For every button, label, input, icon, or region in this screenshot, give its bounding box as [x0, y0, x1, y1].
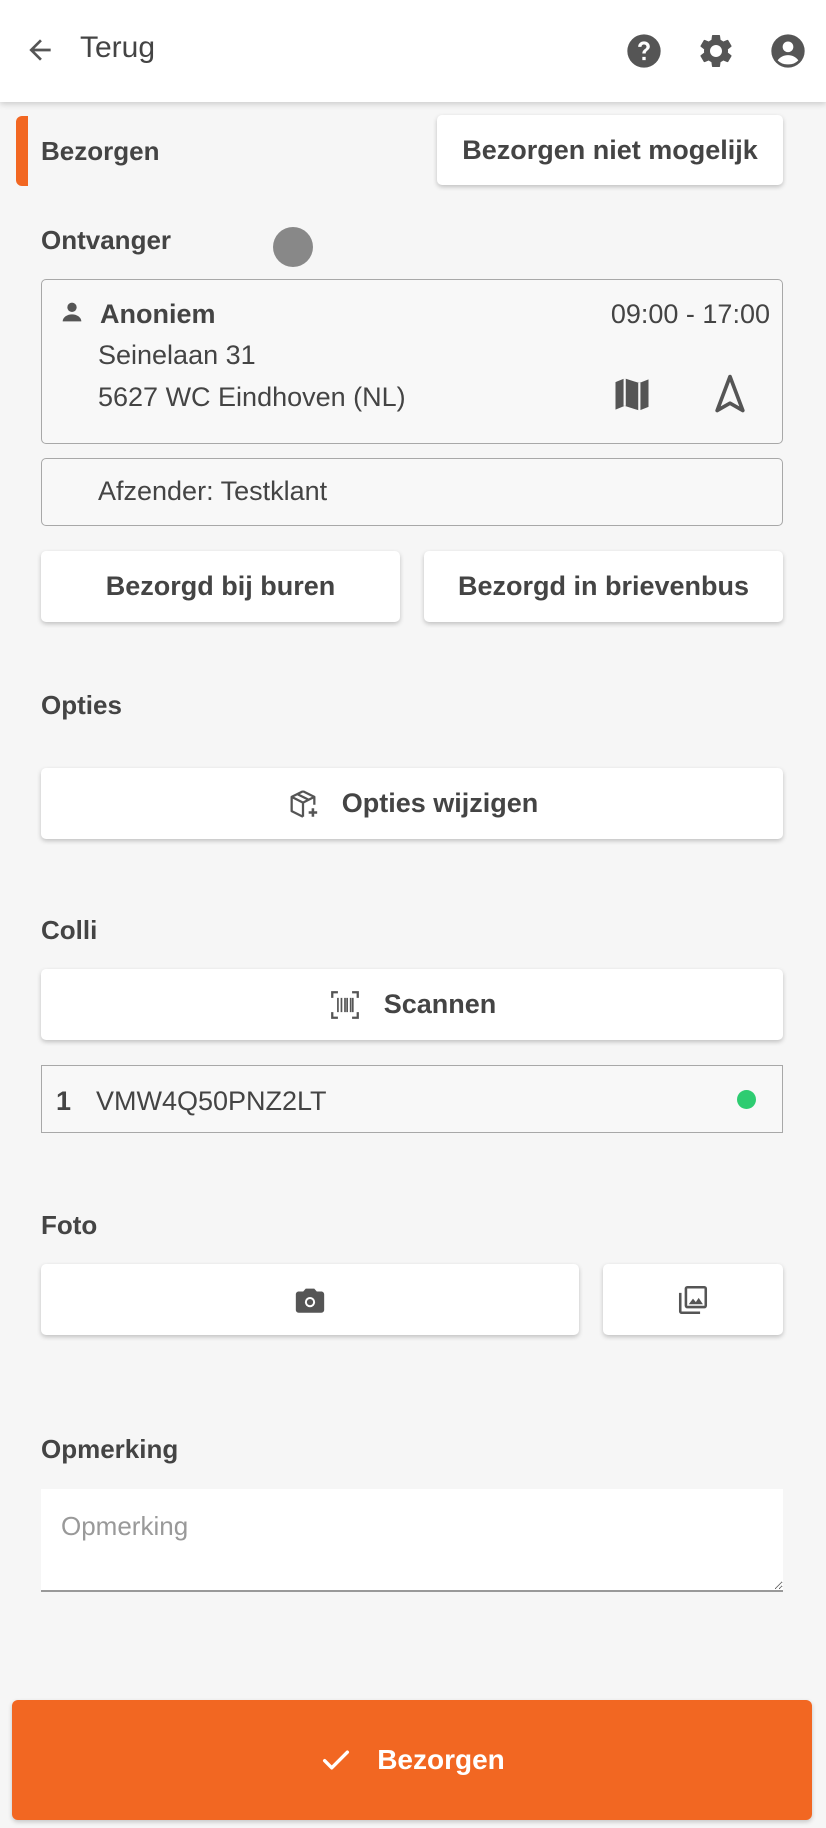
- recipient-card: Anoniem 09:00 - 17:00 Seinelaan 31 5627 …: [41, 279, 783, 444]
- recipient-street: Seinelaan 31: [98, 340, 256, 370]
- recipient-city: 5627 WC Eindhoven (NL): [98, 382, 406, 412]
- colli-index: 1: [56, 1086, 72, 1116]
- section-accent-bar: [16, 116, 28, 186]
- checkmark-icon: [323, 1750, 350, 1770]
- account-button[interactable]: [768, 31, 808, 71]
- take-photo-button[interactable]: [41, 1264, 579, 1335]
- photo-library-icon: [678, 1285, 708, 1314]
- map-icon[interactable]: [610, 372, 654, 416]
- deliver-submit-button[interactable]: Bezorgen: [12, 1700, 812, 1820]
- time-window: 09:00 - 17:00: [610, 299, 770, 329]
- change-options-label: Opties wijzigen: [341, 788, 539, 818]
- delivered-mailbox-button[interactable]: Bezorgd in brievenbus: [424, 551, 783, 622]
- options-label: Opties: [41, 690, 122, 720]
- package-add-icon: [290, 789, 317, 818]
- colli-label: Colli: [41, 915, 98, 945]
- scan-label: Scannen: [383, 989, 497, 1019]
- scan-button[interactable]: Scannen: [41, 969, 783, 1040]
- remark-input[interactable]: [41, 1489, 783, 1592]
- delivered-neighbours-button[interactable]: Bezorgd bij buren: [41, 551, 400, 622]
- recipient-name: Anoniem: [100, 299, 216, 329]
- back-button[interactable]: [22, 32, 58, 68]
- gallery-button[interactable]: [603, 1264, 783, 1335]
- account-icon: [771, 34, 805, 68]
- change-options-button[interactable]: Opties wijzigen: [41, 768, 783, 839]
- top-app-bar: Terug: [0, 0, 826, 102]
- remark-label: Opmerking: [41, 1434, 179, 1464]
- status-dot: [737, 1090, 756, 1109]
- sender-field: Afzender: Testklant: [41, 458, 783, 526]
- photo-label: Foto: [41, 1210, 98, 1240]
- back-label[interactable]: Terug: [80, 31, 155, 65]
- help-icon: [627, 34, 661, 68]
- gear-icon: [700, 34, 732, 67]
- help-button[interactable]: [624, 31, 664, 71]
- colli-code: VMW4Q50PNZ2LT: [96, 1086, 327, 1116]
- delivery-not-possible-button[interactable]: Bezorgen niet mogelijk: [437, 115, 783, 185]
- colli-item[interactable]: 1 VMW4Q50PNZ2LT: [41, 1065, 783, 1133]
- deliver-submit-label: Bezorgen: [377, 1744, 505, 1775]
- navigation-icon[interactable]: [708, 372, 752, 416]
- person-icon: [62, 302, 82, 322]
- camera-icon: [295, 1288, 325, 1313]
- recipient-label: Ontvanger: [41, 225, 172, 255]
- arrow-left-icon: [29, 39, 51, 61]
- touch-indicator: [273, 227, 313, 267]
- barcode-scan-icon: [330, 990, 359, 1019]
- settings-button[interactable]: [696, 31, 736, 71]
- section-title: Bezorgen: [41, 136, 160, 166]
